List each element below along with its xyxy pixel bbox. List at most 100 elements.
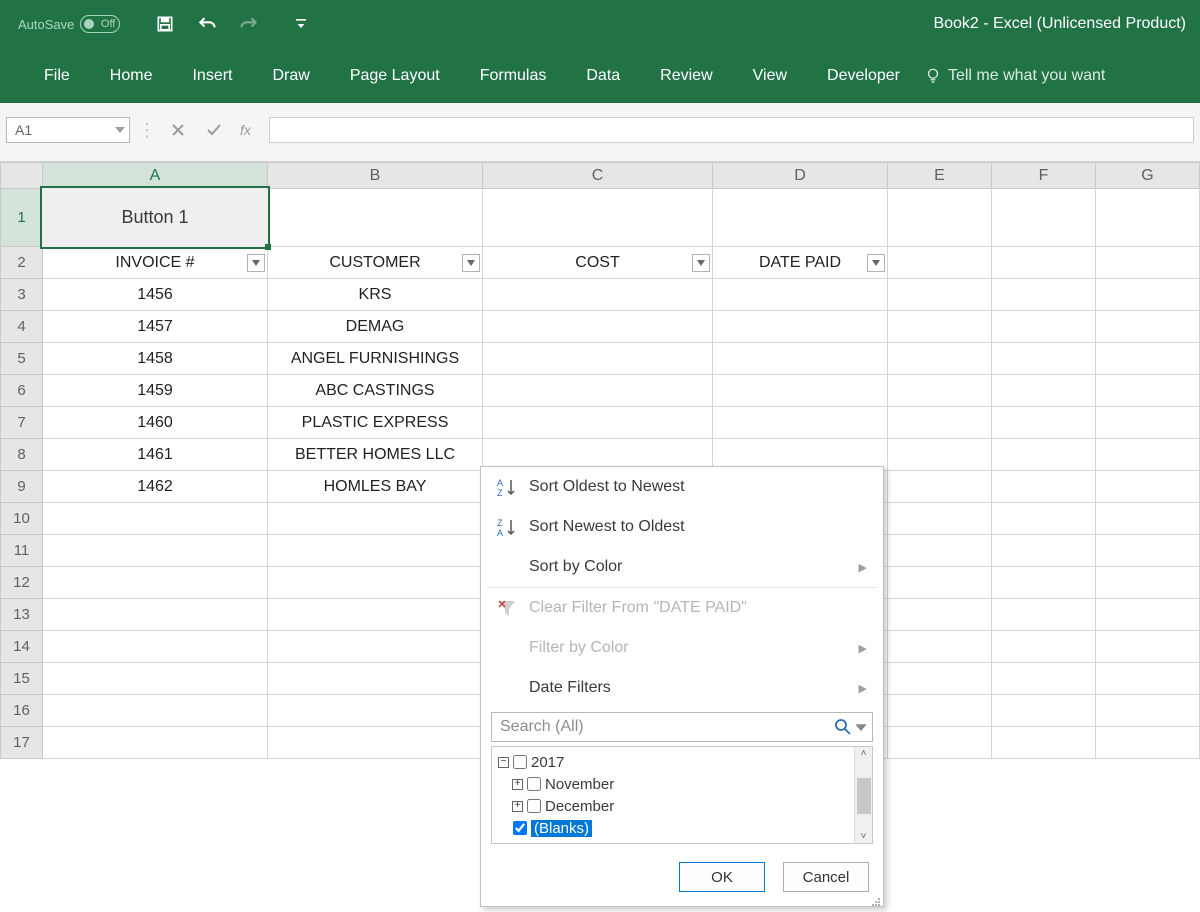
cell[interactable]: [888, 631, 992, 663]
cell[interactable]: [268, 535, 483, 567]
cell[interactable]: [1096, 599, 1200, 631]
col-header-c[interactable]: C: [483, 163, 713, 189]
cell[interactable]: [1096, 407, 1200, 439]
row-header-5[interactable]: 5: [1, 343, 43, 375]
row-header-7[interactable]: 7: [1, 407, 43, 439]
cell[interactable]: [992, 599, 1096, 631]
cell[interactable]: [888, 695, 992, 727]
cell[interactable]: [713, 279, 888, 311]
cell-a1[interactable]: Button 1: [43, 189, 268, 247]
cell[interactable]: [1096, 663, 1200, 695]
cell[interactable]: [992, 631, 1096, 663]
row-header-12[interactable]: 12: [1, 567, 43, 599]
ok-button[interactable]: OK: [679, 862, 765, 892]
cell[interactable]: [888, 311, 992, 343]
cell[interactable]: 1460: [43, 407, 268, 439]
cell[interactable]: [268, 695, 483, 727]
cell[interactable]: [992, 407, 1096, 439]
tell-me-search[interactable]: Tell me what you want: [924, 67, 1105, 85]
tree-node-year[interactable]: − 2017: [498, 751, 848, 773]
cell[interactable]: [268, 503, 483, 535]
filter-button[interactable]: [462, 254, 480, 272]
row-header-8[interactable]: 8: [1, 439, 43, 471]
expand-icon[interactable]: +: [512, 801, 523, 812]
tab-review[interactable]: Review: [640, 48, 732, 103]
cell[interactable]: [888, 503, 992, 535]
tree-node-blanks[interactable]: (Blanks): [498, 817, 848, 839]
scroll-thumb[interactable]: [857, 778, 871, 814]
checkbox-november[interactable]: [527, 777, 541, 791]
cell[interactable]: [992, 311, 1096, 343]
name-box[interactable]: A1: [6, 117, 130, 143]
cell[interactable]: [268, 631, 483, 663]
sort-newest-to-oldest[interactable]: ZA Sort Newest to Oldest: [481, 507, 883, 547]
tab-home[interactable]: Home: [90, 48, 173, 103]
scroll-up-icon[interactable]: ˄: [861, 748, 867, 759]
resize-grip-icon[interactable]: [871, 894, 881, 904]
cell[interactable]: [888, 471, 992, 503]
cell[interactable]: [713, 189, 888, 247]
cell[interactable]: [1096, 727, 1200, 759]
cell[interactable]: [888, 407, 992, 439]
cell[interactable]: [713, 375, 888, 407]
cell[interactable]: [1096, 567, 1200, 599]
fx-label[interactable]: fx: [236, 122, 255, 138]
cell[interactable]: [1096, 631, 1200, 663]
cell[interactable]: [992, 471, 1096, 503]
cell[interactable]: [992, 695, 1096, 727]
cell[interactable]: [43, 695, 268, 727]
cell[interactable]: [268, 663, 483, 695]
form-button[interactable]: Button 1: [40, 186, 270, 249]
tab-page-layout[interactable]: Page Layout: [330, 48, 460, 103]
row-header-3[interactable]: 3: [1, 279, 43, 311]
tree-node-month[interactable]: + December: [498, 795, 848, 817]
col-header-g[interactable]: G: [1096, 163, 1200, 189]
cell[interactable]: [268, 189, 483, 247]
row-header-11[interactable]: 11: [1, 535, 43, 567]
collapse-icon[interactable]: −: [498, 757, 509, 768]
cell[interactable]: [888, 247, 992, 279]
cancel-formula-icon[interactable]: [164, 117, 192, 143]
date-filters[interactable]: Date Filters ▶: [481, 668, 883, 708]
cell[interactable]: KRS: [268, 279, 483, 311]
col-header-f[interactable]: F: [992, 163, 1096, 189]
cell[interactable]: BETTER HOMES LLC: [268, 439, 483, 471]
cell[interactable]: [888, 535, 992, 567]
sort-oldest-to-newest[interactable]: AZ Sort Oldest to Newest: [481, 467, 883, 507]
tab-data[interactable]: Data: [566, 48, 640, 103]
col-header-b[interactable]: B: [268, 163, 483, 189]
filter-button[interactable]: [867, 254, 885, 272]
tab-view[interactable]: View: [733, 48, 807, 103]
cell[interactable]: DEMAG: [268, 311, 483, 343]
customize-qat-icon[interactable]: [290, 13, 312, 35]
chevron-down-icon[interactable]: [854, 718, 868, 736]
cell[interactable]: [713, 311, 888, 343]
undo-icon[interactable]: [196, 13, 218, 35]
row-header-4[interactable]: 4: [1, 311, 43, 343]
filter-tree[interactable]: − 2017 + November + December (Blanks): [492, 747, 854, 843]
cell[interactable]: [43, 567, 268, 599]
cell[interactable]: [888, 189, 992, 247]
sort-by-color[interactable]: Sort by Color ▶: [481, 547, 883, 587]
cell[interactable]: PLASTIC EXPRESS: [268, 407, 483, 439]
cell[interactable]: [1096, 247, 1200, 279]
checkbox-december[interactable]: [527, 799, 541, 813]
header-cost[interactable]: COST: [483, 247, 713, 279]
row-header-2[interactable]: 2: [1, 247, 43, 279]
cell[interactable]: [1096, 535, 1200, 567]
col-header-e[interactable]: E: [888, 163, 992, 189]
filter-button[interactable]: [692, 254, 710, 272]
tab-developer[interactable]: Developer: [807, 48, 920, 103]
cancel-button[interactable]: Cancel: [783, 862, 869, 892]
cell[interactable]: [43, 535, 268, 567]
accept-formula-icon[interactable]: [200, 117, 228, 143]
cell[interactable]: [43, 503, 268, 535]
col-header-a[interactable]: A: [43, 163, 268, 189]
filter-search-input[interactable]: Search (All): [491, 712, 873, 742]
header-date-paid[interactable]: DATE PAID: [713, 247, 888, 279]
cell[interactable]: [1096, 503, 1200, 535]
cell[interactable]: [1096, 695, 1200, 727]
cell[interactable]: [888, 727, 992, 759]
cell[interactable]: [888, 567, 992, 599]
cell[interactable]: [992, 247, 1096, 279]
